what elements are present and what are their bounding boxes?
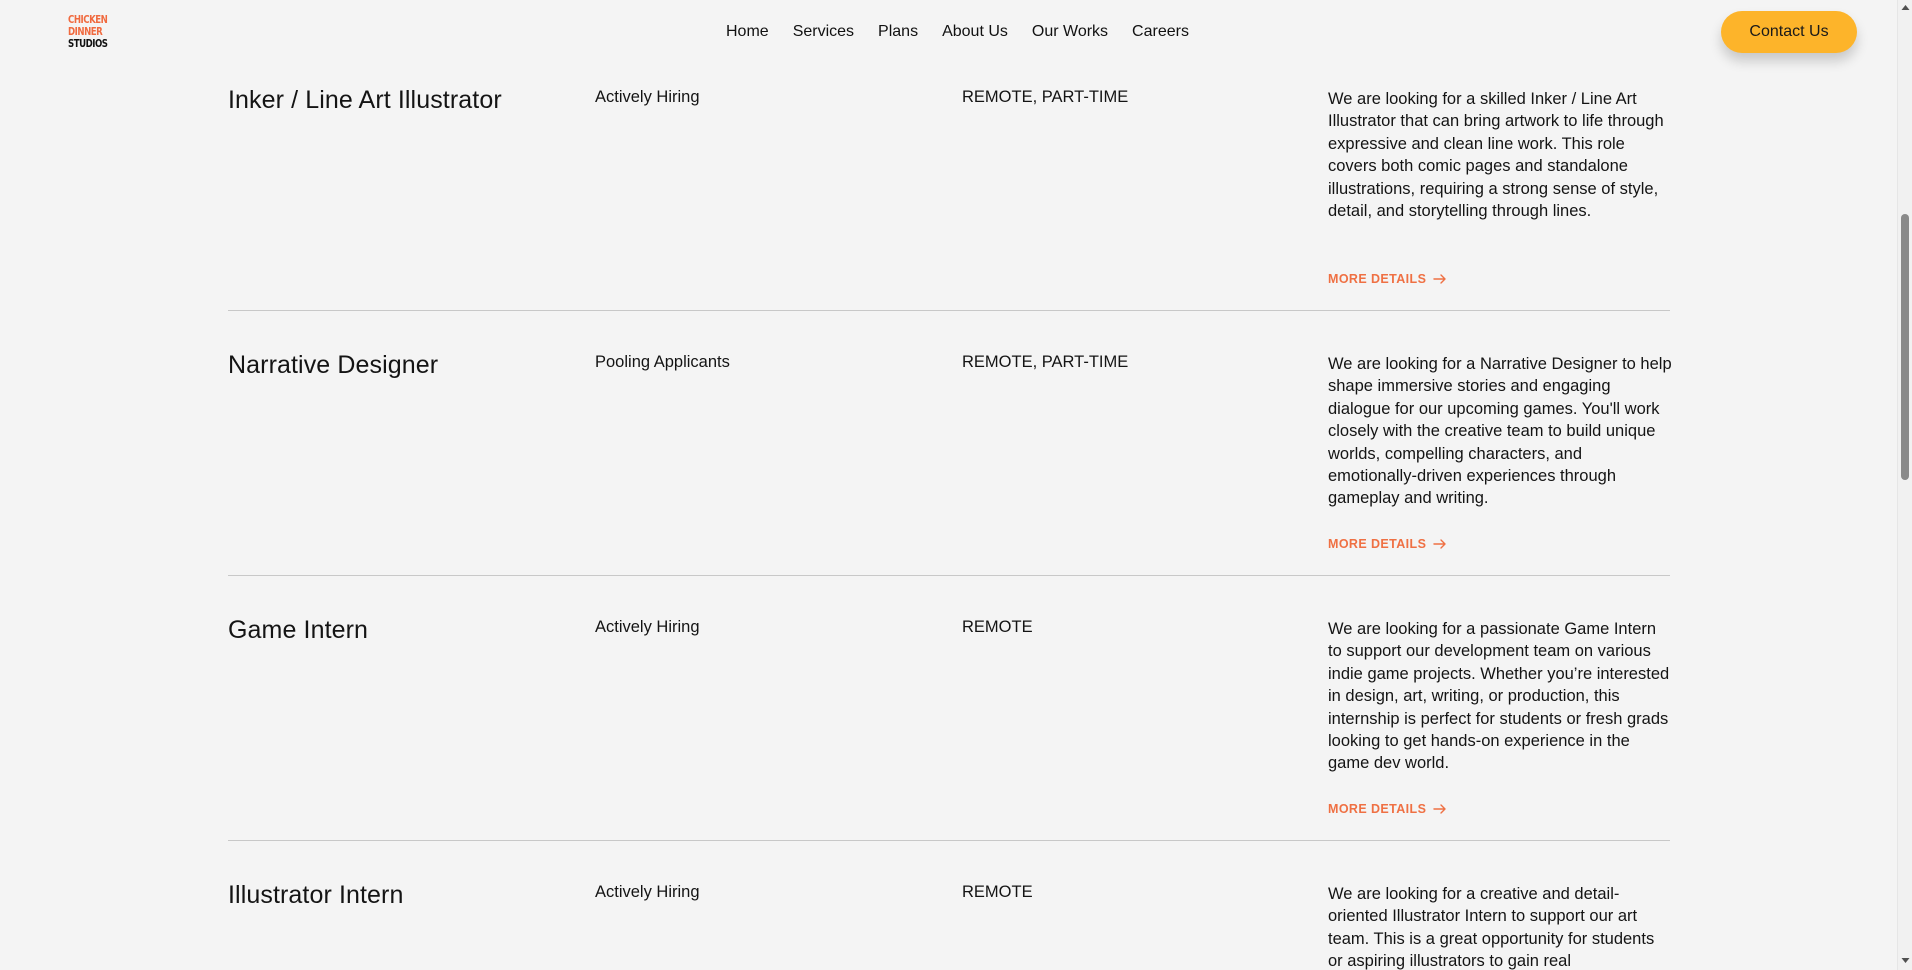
nav-link-about-us[interactable]: About Us [942,22,1008,42]
job-listing-illustrator-intern: Illustrator Intern Actively Hiring REMOT… [228,881,1670,970]
studio-logo[interactable]: CHICKEN DINNER STUDIOS [68,14,108,50]
job-description: We are looking for a Narrative Designer … [1328,355,1672,508]
job-type: REMOTE [962,883,1033,901]
nav-link-careers[interactable]: Careers [1132,22,1189,42]
logo-line-1: CHICKEN [68,14,108,26]
nav-link-home[interactable]: Home [726,22,769,42]
job-divider [228,310,1670,311]
job-title: Inker / Line Art Illustrator [228,86,502,114]
job-type: REMOTE, PART-TIME [962,88,1129,106]
contact-us-button[interactable]: Contact Us [1721,11,1857,53]
job-title: Narrative Designer [228,351,439,379]
job-title: Illustrator Intern [228,881,404,909]
logo-line-2: DINNER [68,26,103,38]
job-listing-narrative-designer: Narrative Designer Pooling Applicants RE… [228,351,1672,557]
more-details-label: MORE DETAILS [1328,537,1427,551]
more-details-link[interactable]: MORE DETAILS [1328,802,1447,816]
arrow-right-icon [1433,804,1447,814]
job-divider [228,840,1670,841]
main-nav: Home Services Plans About Us Our Works C… [726,22,1213,42]
job-type: REMOTE [962,618,1033,636]
job-status: Actively Hiring [595,618,700,636]
arrow-right-icon [1433,274,1447,284]
more-details-label: MORE DETAILS [1328,272,1427,286]
site-header: CHICKEN DINNER STUDIOS Home Services Pla… [0,0,1897,64]
job-listing-game-intern: Game Intern Actively Hiring REMOTE We ar… [228,616,1670,822]
logo-line-3: STUDIOS [68,38,108,50]
triangle-down-icon[interactable] [1900,955,1911,966]
more-details-link[interactable]: MORE DETAILS [1328,537,1447,551]
job-divider [228,575,1670,576]
page-scrollbar[interactable] [1897,0,1912,970]
job-status: Pooling Applicants [595,353,730,371]
job-description: We are looking for a creative and detail… [1328,885,1655,970]
nav-link-services[interactable]: Services [793,22,854,42]
triangle-up-icon[interactable] [1900,2,1911,13]
job-title: Game Intern [228,616,369,644]
scrollbar-thumb[interactable] [1901,214,1909,480]
job-description: We are looking for a passionate Game Int… [1328,620,1670,773]
more-details-label: MORE DETAILS [1328,802,1427,816]
job-description: We are looking for a skilled Inker / Lin… [1328,90,1664,221]
arrow-right-icon [1433,539,1447,549]
more-details-link[interactable]: MORE DETAILS [1328,272,1447,286]
page-viewport: CHICKEN DINNER STUDIOS Home Services Pla… [0,0,1897,970]
job-listing-inker: Inker / Line Art Illustrator Actively Hi… [228,86,1670,292]
nav-link-our-works[interactable]: Our Works [1032,22,1108,42]
job-status: Actively Hiring [595,88,700,106]
job-type: REMOTE, PART-TIME [962,353,1129,371]
job-status: Actively Hiring [595,883,700,901]
nav-link-plans[interactable]: Plans [878,22,918,42]
